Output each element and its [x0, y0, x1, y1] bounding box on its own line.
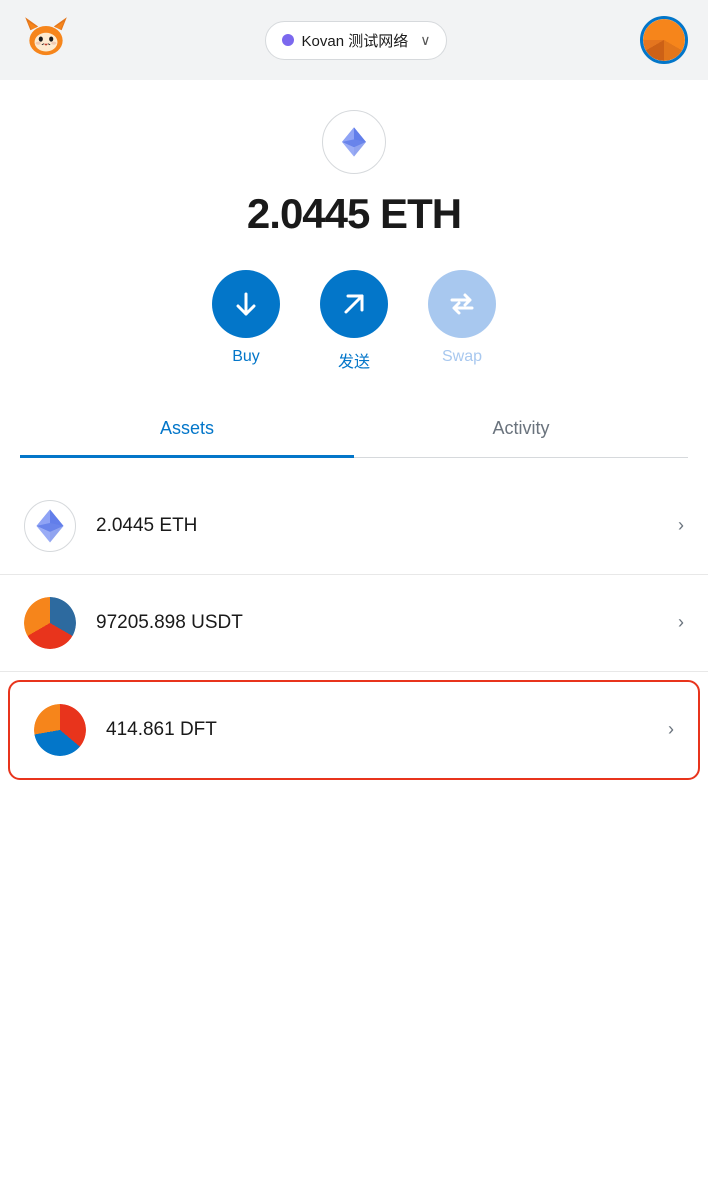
wallet-balance: 2.0445 ETH	[247, 190, 461, 238]
avatar-image	[643, 19, 685, 61]
header: Kovan 测试网络 ∨	[0, 0, 708, 80]
eth-balance: 2.0445 ETH	[96, 515, 678, 537]
eth-logo-icon	[338, 126, 370, 158]
tab-activity[interactable]: Activity	[354, 402, 688, 457]
chevron-down-icon: ∨	[420, 32, 430, 49]
tab-assets[interactable]: Assets	[20, 402, 354, 458]
eth-small-icon	[35, 508, 65, 544]
usdt-chevron-icon: ›	[678, 612, 684, 633]
buy-label: Buy	[232, 348, 260, 366]
usdt-asset-icon	[24, 597, 76, 649]
buy-circle	[212, 270, 280, 338]
metamask-logo[interactable]	[20, 12, 72, 69]
eth-chevron-icon: ›	[678, 515, 684, 536]
eth-asset-icon	[24, 500, 76, 552]
usdt-token-icon	[24, 597, 76, 649]
swap-circle	[428, 270, 496, 338]
send-circle	[320, 270, 388, 338]
eth-logo-wrapper	[322, 110, 386, 174]
main-content: 2.0445 ETH Buy 发送	[0, 80, 708, 1192]
tabs: Assets Activity	[20, 402, 688, 458]
send-button[interactable]: 发送	[320, 270, 388, 372]
dft-token-icon	[34, 704, 86, 756]
assets-list: 2.0445 ETH › 97205.898 USDT › 414.861 DF…	[0, 478, 708, 780]
network-dot	[282, 34, 294, 46]
avatar[interactable]	[640, 16, 688, 64]
asset-item-eth[interactable]: 2.0445 ETH ›	[0, 478, 708, 575]
usdt-balance: 97205.898 USDT	[96, 612, 678, 634]
swap-button[interactable]: Swap	[428, 270, 496, 372]
dft-chevron-icon: ›	[668, 719, 674, 740]
buy-button[interactable]: Buy	[212, 270, 280, 372]
asset-item-dft[interactable]: 414.861 DFT ›	[8, 680, 700, 780]
asset-item-usdt[interactable]: 97205.898 USDT ›	[0, 575, 708, 672]
dft-asset-icon	[34, 704, 86, 756]
swap-label: Swap	[442, 348, 482, 366]
send-label: 发送	[338, 348, 370, 372]
network-name: Kovan 测试网络	[302, 30, 409, 51]
dft-balance: 414.861 DFT	[106, 719, 668, 741]
network-selector[interactable]: Kovan 测试网络 ∨	[265, 21, 448, 60]
action-buttons: Buy 发送 Swap	[212, 270, 496, 372]
wallet-section: 2.0445 ETH Buy 发送	[0, 80, 708, 478]
